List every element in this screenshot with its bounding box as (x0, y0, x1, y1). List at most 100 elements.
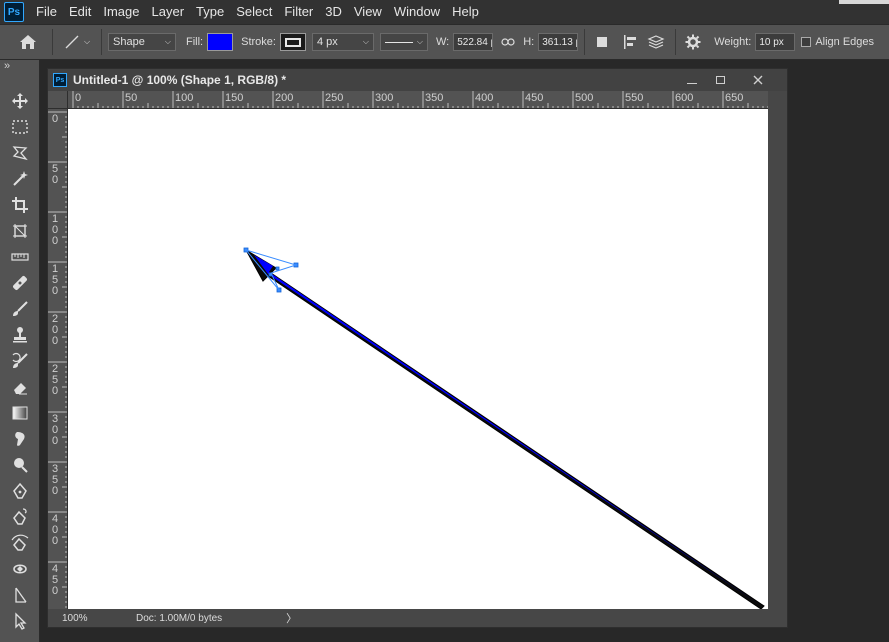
separator (101, 29, 102, 55)
collapse-toolbar-icon[interactable]: » (4, 60, 10, 72)
healing-tool-icon[interactable] (8, 272, 32, 294)
chevron-down-icon: ⌵ (164, 37, 171, 46)
path-operations-icon[interactable] (591, 35, 613, 49)
photoshop-logo-icon: Ps (4, 2, 24, 22)
menu-edit[interactable]: Edit (63, 0, 97, 24)
separator (52, 29, 53, 55)
fill-color-swatch[interactable] (207, 33, 234, 51)
tool-mode-dropdown[interactable]: Shape ⌵ (108, 33, 176, 51)
dodge-tool-icon[interactable] (8, 454, 32, 476)
stroke-width-dropdown[interactable]: 4 px ⌵ (311, 33, 374, 51)
link-icon[interactable] (497, 37, 519, 47)
arrow-line-shape[interactable] (244, 248, 765, 610)
home-icon[interactable] (10, 34, 46, 50)
chevron-down-icon: ⌵ (416, 37, 423, 46)
weight-label: Weight: (714, 36, 752, 48)
separator (675, 29, 677, 55)
gradient-tool-icon[interactable] (8, 402, 32, 424)
path-select-tool-icon[interactable] (8, 610, 32, 632)
ruler-label: 0 (52, 385, 58, 397)
ruler-label: 500 (575, 92, 593, 104)
maximize-icon[interactable] (710, 71, 730, 89)
move-tool-icon[interactable] (8, 90, 32, 112)
close-icon[interactable] (748, 71, 768, 89)
menu-view[interactable]: View (348, 0, 388, 24)
horizontal-ruler-ticks: 0 50 100 150 200 250 300 350 400 450 500 550 600 650 (72, 91, 768, 108)
document-info[interactable]: Doc: 1.00M/0 bytes (136, 613, 222, 624)
minimize-icon[interactable] (682, 71, 702, 89)
stroke-type-dropdown[interactable]: ⌵ (379, 33, 428, 51)
ruler-label: 600 (675, 92, 693, 104)
menu-layer[interactable]: Layer (146, 0, 191, 24)
ruler-label: 200 (275, 92, 293, 104)
ruler-label: 0 (52, 585, 58, 597)
canvas[interactable] (68, 109, 768, 610)
stroke-label: Stroke: (241, 36, 276, 48)
lasso-tool-icon[interactable] (8, 142, 32, 164)
anchor-tool-icon[interactable] (8, 558, 32, 580)
ruler-origin[interactable] (48, 91, 68, 109)
separator (584, 29, 586, 55)
menu-3d[interactable]: 3D (319, 0, 348, 24)
height-label: H: (523, 36, 535, 48)
ruler-label: 300 (375, 92, 393, 104)
anchor-point[interactable] (275, 266, 280, 271)
ruler-label: 0 (52, 174, 58, 186)
brush-tool-icon[interactable] (8, 298, 32, 320)
menu-type[interactable]: Type (190, 0, 230, 24)
solid-line-icon (384, 41, 413, 43)
canvas-area[interactable] (68, 109, 768, 610)
freeform-pen-tool-icon[interactable] (8, 506, 32, 528)
menu-select[interactable]: Select (230, 0, 278, 24)
height-field[interactable]: 361.13 p (538, 33, 579, 51)
line-tool-icon[interactable] (8, 584, 32, 606)
document-titlebar: Ps Untitled-1 @ 100% (Shape 1, RGB/8) * (48, 69, 787, 91)
line-tool-icon (65, 35, 79, 49)
width-field[interactable]: 522.84 p (453, 33, 494, 51)
ruler-label: 350 (425, 92, 443, 104)
width-label: W: (435, 36, 450, 48)
menu-filter[interactable]: Filter (278, 0, 319, 24)
frame-tool-icon[interactable] (8, 220, 32, 242)
menu-help[interactable]: Help (446, 0, 485, 24)
ruler-label: 250 (325, 92, 343, 104)
path-arrangement-icon[interactable] (643, 34, 669, 50)
eraser-tool-icon[interactable] (8, 376, 32, 398)
ruler-label: 0 (75, 92, 81, 104)
stroke-width-value: 4 px (316, 36, 338, 48)
chevron-down-icon: ⌵ (83, 37, 91, 46)
arrow-shape[interactable] (68, 109, 768, 610)
zoom-level[interactable]: 100% (62, 613, 112, 624)
menu-image[interactable]: Image (97, 0, 145, 24)
ruler-tool-icon[interactable] (8, 246, 32, 268)
ruler-label: 0 (52, 435, 58, 447)
vertical-ruler[interactable]: 050100150200250300350400450500 (48, 109, 68, 609)
ruler-label: 100 (175, 92, 193, 104)
crop-tool-icon[interactable] (8, 194, 32, 216)
weight-field[interactable]: 10 px (755, 33, 796, 51)
stroke-preview (284, 37, 301, 47)
gear-icon[interactable] (682, 34, 704, 50)
pen-tool-icon[interactable] (8, 480, 32, 502)
horizontal-ruler[interactable]: 0 50 100 150 200 250 300 350 400 450 500 550 600 650 (68, 91, 768, 109)
marquee-tool-icon[interactable] (8, 116, 32, 138)
line-tool-preset-button[interactable]: ⌵ (59, 34, 95, 50)
curvature-pen-tool-icon[interactable] (8, 532, 32, 554)
stamp-tool-icon[interactable] (8, 324, 32, 346)
magic-wand-tool-icon[interactable] (8, 168, 32, 190)
tools-panel: » (0, 60, 40, 642)
vertical-scrollbar[interactable] (768, 91, 787, 609)
status-menu-arrow-icon[interactable]: 〉 (286, 610, 297, 626)
menu-window[interactable]: Window (388, 0, 446, 24)
document-status-bar: 100% Doc: 1.00M/0 bytes 〉 (48, 609, 787, 627)
history-brush-tool-icon[interactable] (8, 350, 32, 372)
vertical-ruler-ticks: 050100150200250300350400450500 (48, 111, 67, 608)
stroke-color-swatch[interactable] (279, 33, 306, 51)
menu-file[interactable]: File (30, 0, 63, 24)
align-edges-checkbox[interactable] (801, 37, 812, 47)
ruler-label: 550 (625, 92, 643, 104)
smudge-tool-icon[interactable] (8, 428, 32, 450)
path-alignment-icon[interactable] (617, 34, 643, 50)
ruler-label: 650 (725, 92, 743, 104)
menu-bar: Ps File Edit Image Layer Type Select Fil… (0, 0, 889, 24)
